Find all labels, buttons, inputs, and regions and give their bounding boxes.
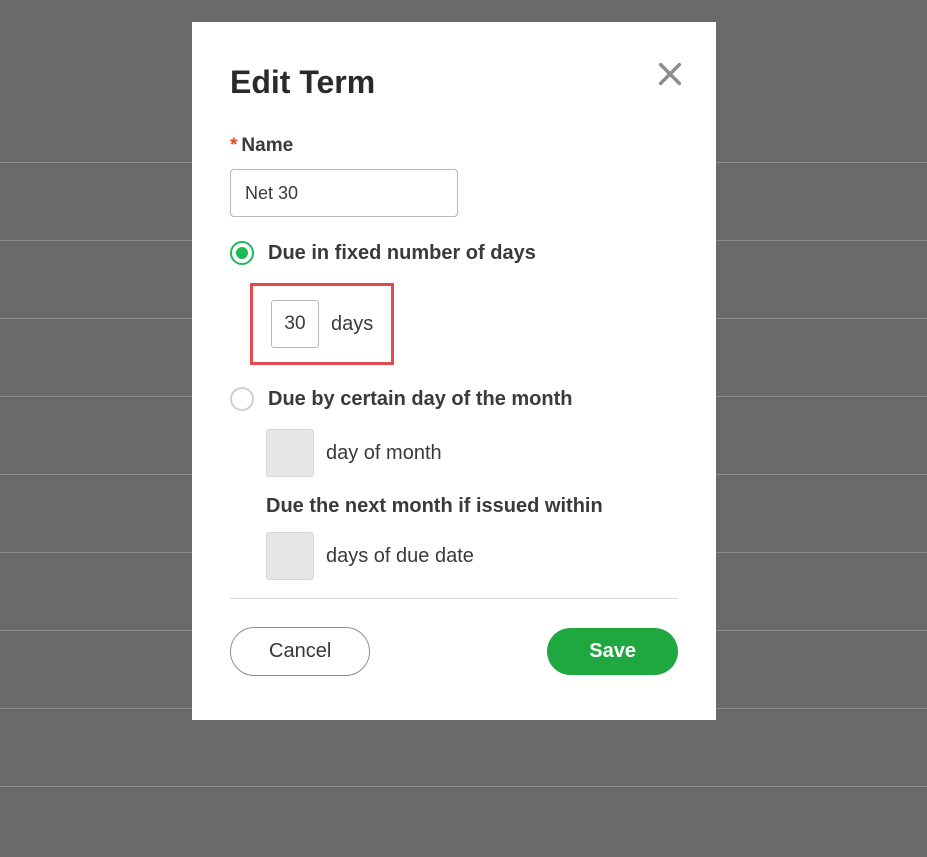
radio-day-of-month-label: Due by certain day of the month: [268, 388, 572, 411]
next-month-label: Due the next month if issued within: [266, 495, 678, 518]
cancel-button[interactable]: Cancel: [230, 627, 370, 676]
button-row: Cancel Save: [230, 627, 678, 676]
radio-fixed-days-label: Due in fixed number of days: [268, 242, 536, 265]
radio-fixed-days[interactable]: [230, 241, 254, 265]
radio-day-of-month[interactable]: [230, 387, 254, 411]
name-label-text: Name: [241, 135, 293, 156]
radio-option-fixed-days[interactable]: Due in fixed number of days: [230, 241, 678, 265]
due-date-days-suffix: days of due date: [326, 545, 474, 568]
day-of-month-sub-block: day of month Due the next month if issue…: [266, 429, 678, 580]
due-date-days-input[interactable]: [266, 532, 314, 580]
radio-option-day-of-month[interactable]: Due by certain day of the month: [230, 387, 678, 411]
day-of-month-suffix: day of month: [326, 442, 442, 465]
name-input[interactable]: [230, 169, 458, 217]
day-of-month-input[interactable]: [266, 429, 314, 477]
days-suffix: days: [331, 313, 373, 336]
day-of-month-row: day of month: [266, 429, 678, 477]
next-month-row: days of due date: [266, 532, 678, 580]
close-icon[interactable]: [656, 60, 684, 88]
days-input[interactable]: [271, 300, 319, 348]
edit-term-modal: Edit Term *Name Due in fixed number of d…: [192, 22, 716, 720]
modal-title: Edit Term: [230, 64, 678, 101]
required-indicator: *: [230, 135, 237, 156]
save-button[interactable]: Save: [547, 628, 678, 675]
divider: [230, 598, 678, 599]
days-highlight-box: days: [250, 283, 394, 365]
name-label: *Name: [230, 135, 678, 157]
